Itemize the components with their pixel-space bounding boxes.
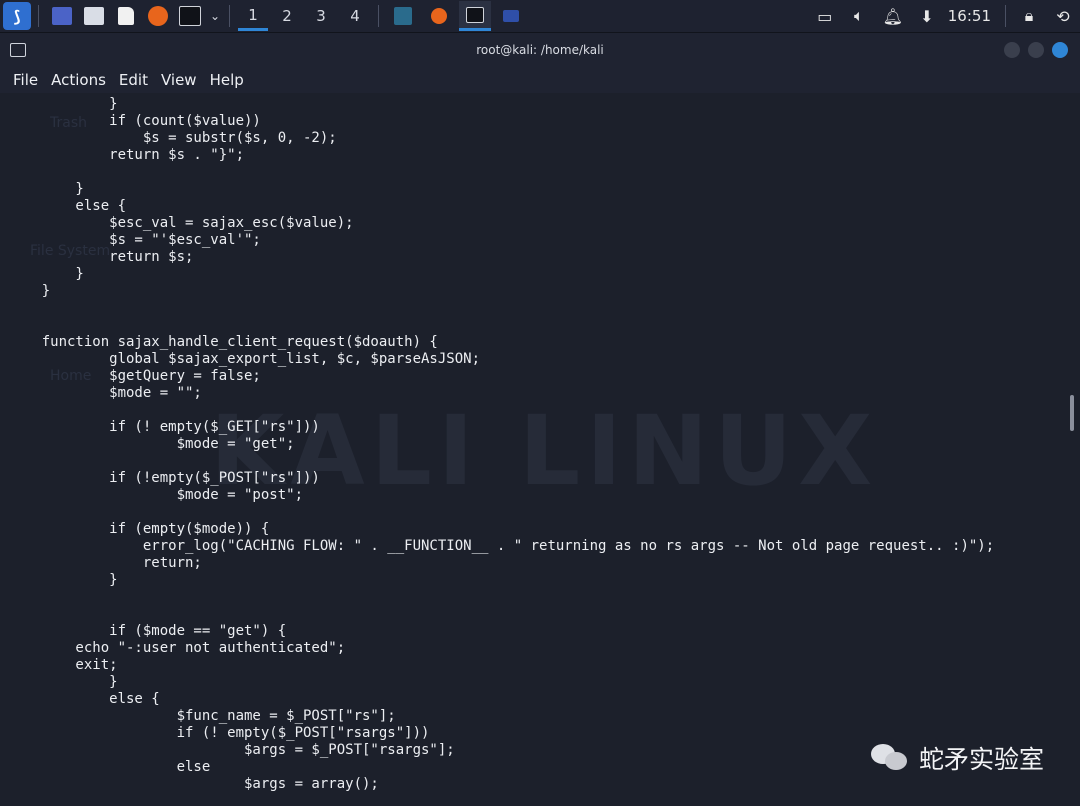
terminal-line: } [8,572,118,588]
panel-separator [1005,5,1006,27]
minimize-button[interactable] [1004,42,1020,58]
kali-dragon-icon: ⟆ [3,2,31,30]
kali-menu-button[interactable]: ⟆ [2,1,32,31]
logout-icon[interactable]: ⟲ [1049,2,1077,30]
terminal-line: if ($mode == "get") { [8,623,287,639]
terminal-line: return; [8,555,202,571]
notifications-bell-icon[interactable]: 🔔︎ [879,2,907,30]
panel-separator [38,5,39,27]
update-icon[interactable]: ⬇ [913,2,941,30]
terminal-launcher[interactable] [175,1,205,31]
terminal-icon [466,6,484,23]
terminal-line: $s = "'$esc_val'"; [8,232,261,248]
terminal-line: echo "-:user not authenticated"; [8,640,346,656]
terminal-line: } [8,674,118,690]
terminal-line: } [8,283,51,299]
terminal-line: else { [8,198,127,214]
terminal-text: } if (count($value)) $s = substr($s, 0, … [8,96,994,793]
panel-separator [229,5,230,27]
taskbar-app-other[interactable] [495,1,527,31]
workspace-3[interactable]: 3 [306,1,336,31]
taskbar-app-burp[interactable] [387,1,419,31]
terminal-line: $args = $_POST["rsargs"]; [8,742,455,758]
terminal-icon [179,6,201,26]
text-editor-launcher[interactable] [111,1,141,31]
file-manager-launcher[interactable] [79,1,109,31]
terminal-line: $mode = ""; [8,385,202,401]
terminal-line: $getQuery = false; [8,368,261,384]
firefox-launcher[interactable] [143,1,173,31]
terminal-line: if (!empty($_POST["rs"])) [8,470,320,486]
terminal-line: function sajax_handle_client_request($do… [8,334,438,350]
window-titlebar[interactable]: root@kali: /home/kali [0,33,1080,67]
terminal-line: $esc_val = sajax_esc($value); [8,215,354,231]
terminal-line: $args = array(); [8,776,379,792]
brand-watermark-text: 蛇矛实验室 [918,745,1044,774]
workspace-1[interactable]: 1 [238,1,268,31]
terminal-line: if (empty($mode)) { [8,521,270,537]
terminal-line: if (count($value)) [8,113,261,129]
terminal-line: } [8,181,84,197]
close-button[interactable] [1052,42,1068,58]
panel-separator [378,5,379,27]
terminal-line: if (! empty($_GET["rs"])) [8,419,320,435]
system-tray: ▭ 🔈︎ 🔔︎ ⬇ 16:51 🔒︎ ⟲ [808,0,1080,32]
terminal-line: global $sajax_export_list, $c, $parseAsJ… [8,351,481,367]
panel-clock[interactable]: 16:51 [948,7,991,25]
window-icon [503,10,519,22]
terminal-output-area[interactable]: Trash File System Home KALI LINUX } if (… [0,93,1080,806]
menu-view[interactable]: View [155,71,204,89]
window-title: root@kali: /home/kali [476,43,604,57]
terminal-line: } [8,96,118,112]
firefox-icon [148,6,168,26]
chevron-down-icon: ⌄ [209,9,221,23]
terminal-line: else { [8,691,160,707]
wechat-icon [870,744,909,772]
brand-watermark: 蛇矛实验室 [870,740,1044,776]
terminal-line: $func_name = $_POST["rs"]; [8,708,396,724]
display-icon[interactable]: ▭ [811,2,839,30]
menu-help[interactable]: Help [204,71,251,89]
terminal-line: if (! empty($_POST["rsargs"])) [8,725,430,741]
terminal-line: $mode = "post"; [8,487,304,503]
terminal-scrollbar[interactable] [1070,395,1074,431]
terminal-line: error_log("CACHING FLOW: " . __FUNCTION_… [8,538,995,554]
terminal-line: $s = substr($s, 0, -2); [8,130,337,146]
terminal-menubar: File Actions Edit View Help [0,67,1080,93]
text-editor-icon [118,7,134,25]
desktop-icon [52,7,72,25]
taskbar-app-terminal[interactable] [459,1,491,31]
terminal-line: } [8,266,84,282]
maximize-button[interactable] [1028,42,1044,58]
terminal-launcher-dropdown[interactable]: ⌄ [207,1,223,31]
terminal-window-icon [10,43,26,57]
folder-icon [84,7,104,25]
show-desktop-button[interactable] [47,1,77,31]
terminal-line: return $s . "}"; [8,147,245,163]
volume-icon[interactable]: 🔈︎ [845,2,873,30]
app-icon [394,7,412,25]
taskbar-app-firefox[interactable] [423,1,455,31]
workspace-2[interactable]: 2 [272,1,302,31]
firefox-icon [431,8,447,24]
terminal-line: else [8,759,211,775]
terminal-line: exit; [8,657,118,673]
menu-actions[interactable]: Actions [45,71,113,89]
terminal-line: $mode = "get"; [8,436,295,452]
menu-file[interactable]: File [0,71,45,89]
lock-screen-icon[interactable]: 🔒︎ [1015,2,1043,30]
workspace-4[interactable]: 4 [340,1,370,31]
top-panel: ⟆ ⌄ 1 2 3 4 ▭ 🔈︎ 🔔︎ ⬇ 16:51 🔒︎ ⟲ [0,0,1080,33]
terminal-line: return $s; [8,249,194,265]
menu-edit[interactable]: Edit [113,71,155,89]
